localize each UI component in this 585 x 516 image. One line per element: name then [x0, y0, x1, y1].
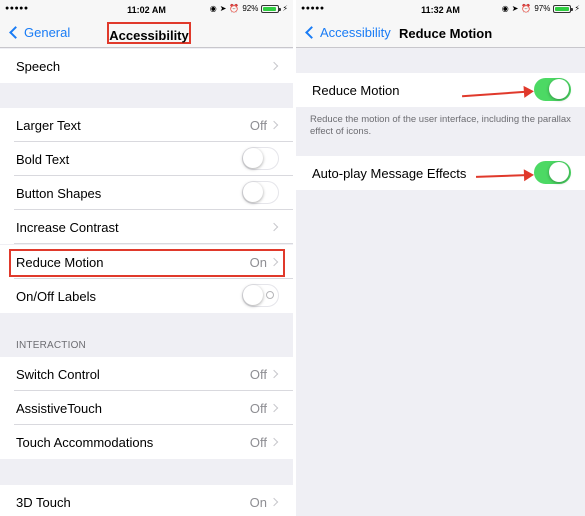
row-label: Reduce Motion	[312, 83, 400, 98]
row-touch-accommodations[interactable]: Touch Accommodations Off	[0, 425, 293, 459]
nav-bar: General Accessibility	[0, 20, 293, 48]
row-switch-control[interactable]: Switch Control Off	[0, 357, 293, 391]
row-value: Off	[249, 401, 267, 416]
battery-percent: 97%	[534, 4, 551, 13]
row-value: Off	[249, 367, 267, 382]
charging-icon: ⚡	[574, 4, 580, 13]
auto-play-message-effects-toggle[interactable]	[534, 161, 571, 184]
reduce-motion-footer: Reduce the motion of the user interface,…	[310, 114, 571, 137]
chevron-right-icon	[269, 497, 279, 507]
row-value: On	[249, 495, 267, 510]
annotation-highlight-box	[9, 249, 285, 277]
location-icon: ◉	[501, 4, 509, 13]
left-screen: ●●●●● 11:02 AM ◉ ➤ ⏰ 92% ⚡ General Acces…	[0, 0, 293, 516]
row-label: Speech	[16, 59, 61, 74]
row-label: Auto-play Message Effects	[312, 166, 467, 181]
chevron-right-icon	[269, 222, 279, 232]
chevron-right-icon	[269, 61, 279, 71]
onoff-labels-toggle[interactable]	[242, 284, 279, 307]
row-label: Bold Text	[16, 152, 70, 167]
reduce-motion-toggle[interactable]	[534, 78, 571, 101]
row-larger-text[interactable]: Larger Text Off	[0, 108, 293, 142]
row-value: Off	[249, 118, 267, 133]
row-label: Increase Contrast	[16, 220, 119, 235]
row-label: Button Shapes	[16, 186, 102, 201]
back-button-general[interactable]: General	[8, 25, 70, 40]
row-value: Off	[249, 435, 267, 450]
right-screen: ●●●●● 11:32 AM ◉ ➤ ⏰ 97% ⚡ Accessibility…	[296, 0, 585, 516]
row-label: 3D Touch	[16, 495, 71, 510]
status-icons: ◉ ➤ ⏰ 97% ⚡	[502, 4, 580, 13]
toggle-knob	[243, 285, 263, 305]
battery-icon	[553, 4, 574, 13]
toggle-knob	[243, 182, 263, 202]
toggle-knob	[549, 79, 569, 99]
row-label: Touch Accommodations	[16, 435, 154, 450]
row-label: Switch Control	[16, 367, 100, 382]
alarm-icon: ⏰	[229, 4, 240, 13]
status-icons: ◉ ➤ ⏰ 92% ⚡	[210, 4, 288, 13]
button-shapes-toggle[interactable]	[242, 181, 279, 204]
row-auto-play-message-effects: Auto-play Message Effects	[296, 156, 585, 190]
section-header-interaction: INTERACTION	[16, 340, 86, 351]
battery-percent: 92%	[242, 4, 259, 13]
direction-icon: ➤	[511, 4, 519, 13]
chevron-left-icon	[305, 26, 318, 39]
status-bar: ●●●●● 11:32 AM ◉ ➤ ⏰ 97% ⚡	[296, 0, 585, 20]
back-button-accessibility[interactable]: Accessibility	[304, 25, 391, 40]
location-icon: ◉	[209, 4, 217, 13]
row-3d-touch[interactable]: 3D Touch On	[0, 485, 293, 516]
toggle-knob	[243, 148, 263, 168]
status-bar: ●●●●● 11:02 AM ◉ ➤ ⏰ 92% ⚡	[0, 0, 293, 20]
row-label: On/Off Labels	[16, 289, 96, 304]
separator	[14, 243, 293, 244]
battery-icon	[261, 4, 282, 13]
chevron-right-icon	[269, 120, 279, 130]
chevron-right-icon	[269, 403, 279, 413]
row-label: Larger Text	[16, 118, 81, 133]
row-assistivetouch[interactable]: AssistiveTouch Off	[0, 391, 293, 425]
page-title: Reduce Motion	[399, 26, 493, 41]
chevron-left-icon	[9, 26, 22, 39]
row-speech[interactable]: Speech	[0, 49, 293, 83]
back-label: Accessibility	[320, 25, 391, 40]
alarm-icon: ⏰	[521, 4, 532, 13]
row-reduce-motion: Reduce Motion	[296, 73, 585, 107]
chevron-right-icon	[269, 437, 279, 447]
row-button-shapes: Button Shapes	[0, 176, 293, 210]
chevron-right-icon	[269, 369, 279, 379]
back-label: General	[24, 25, 71, 40]
row-bold-text: Bold Text	[0, 142, 293, 176]
toggle-knob	[549, 162, 569, 182]
charging-icon: ⚡	[282, 4, 288, 13]
page-title: Accessibility	[107, 22, 191, 44]
row-onoff-labels: On/Off Labels	[0, 279, 293, 313]
off-label-icon	[266, 291, 274, 299]
row-increase-contrast[interactable]: Increase Contrast	[0, 210, 293, 244]
bold-text-toggle[interactable]	[242, 147, 279, 170]
row-label: AssistiveTouch	[16, 401, 102, 416]
nav-bar: Accessibility Reduce Motion	[296, 20, 585, 48]
direction-icon: ➤	[219, 4, 227, 13]
